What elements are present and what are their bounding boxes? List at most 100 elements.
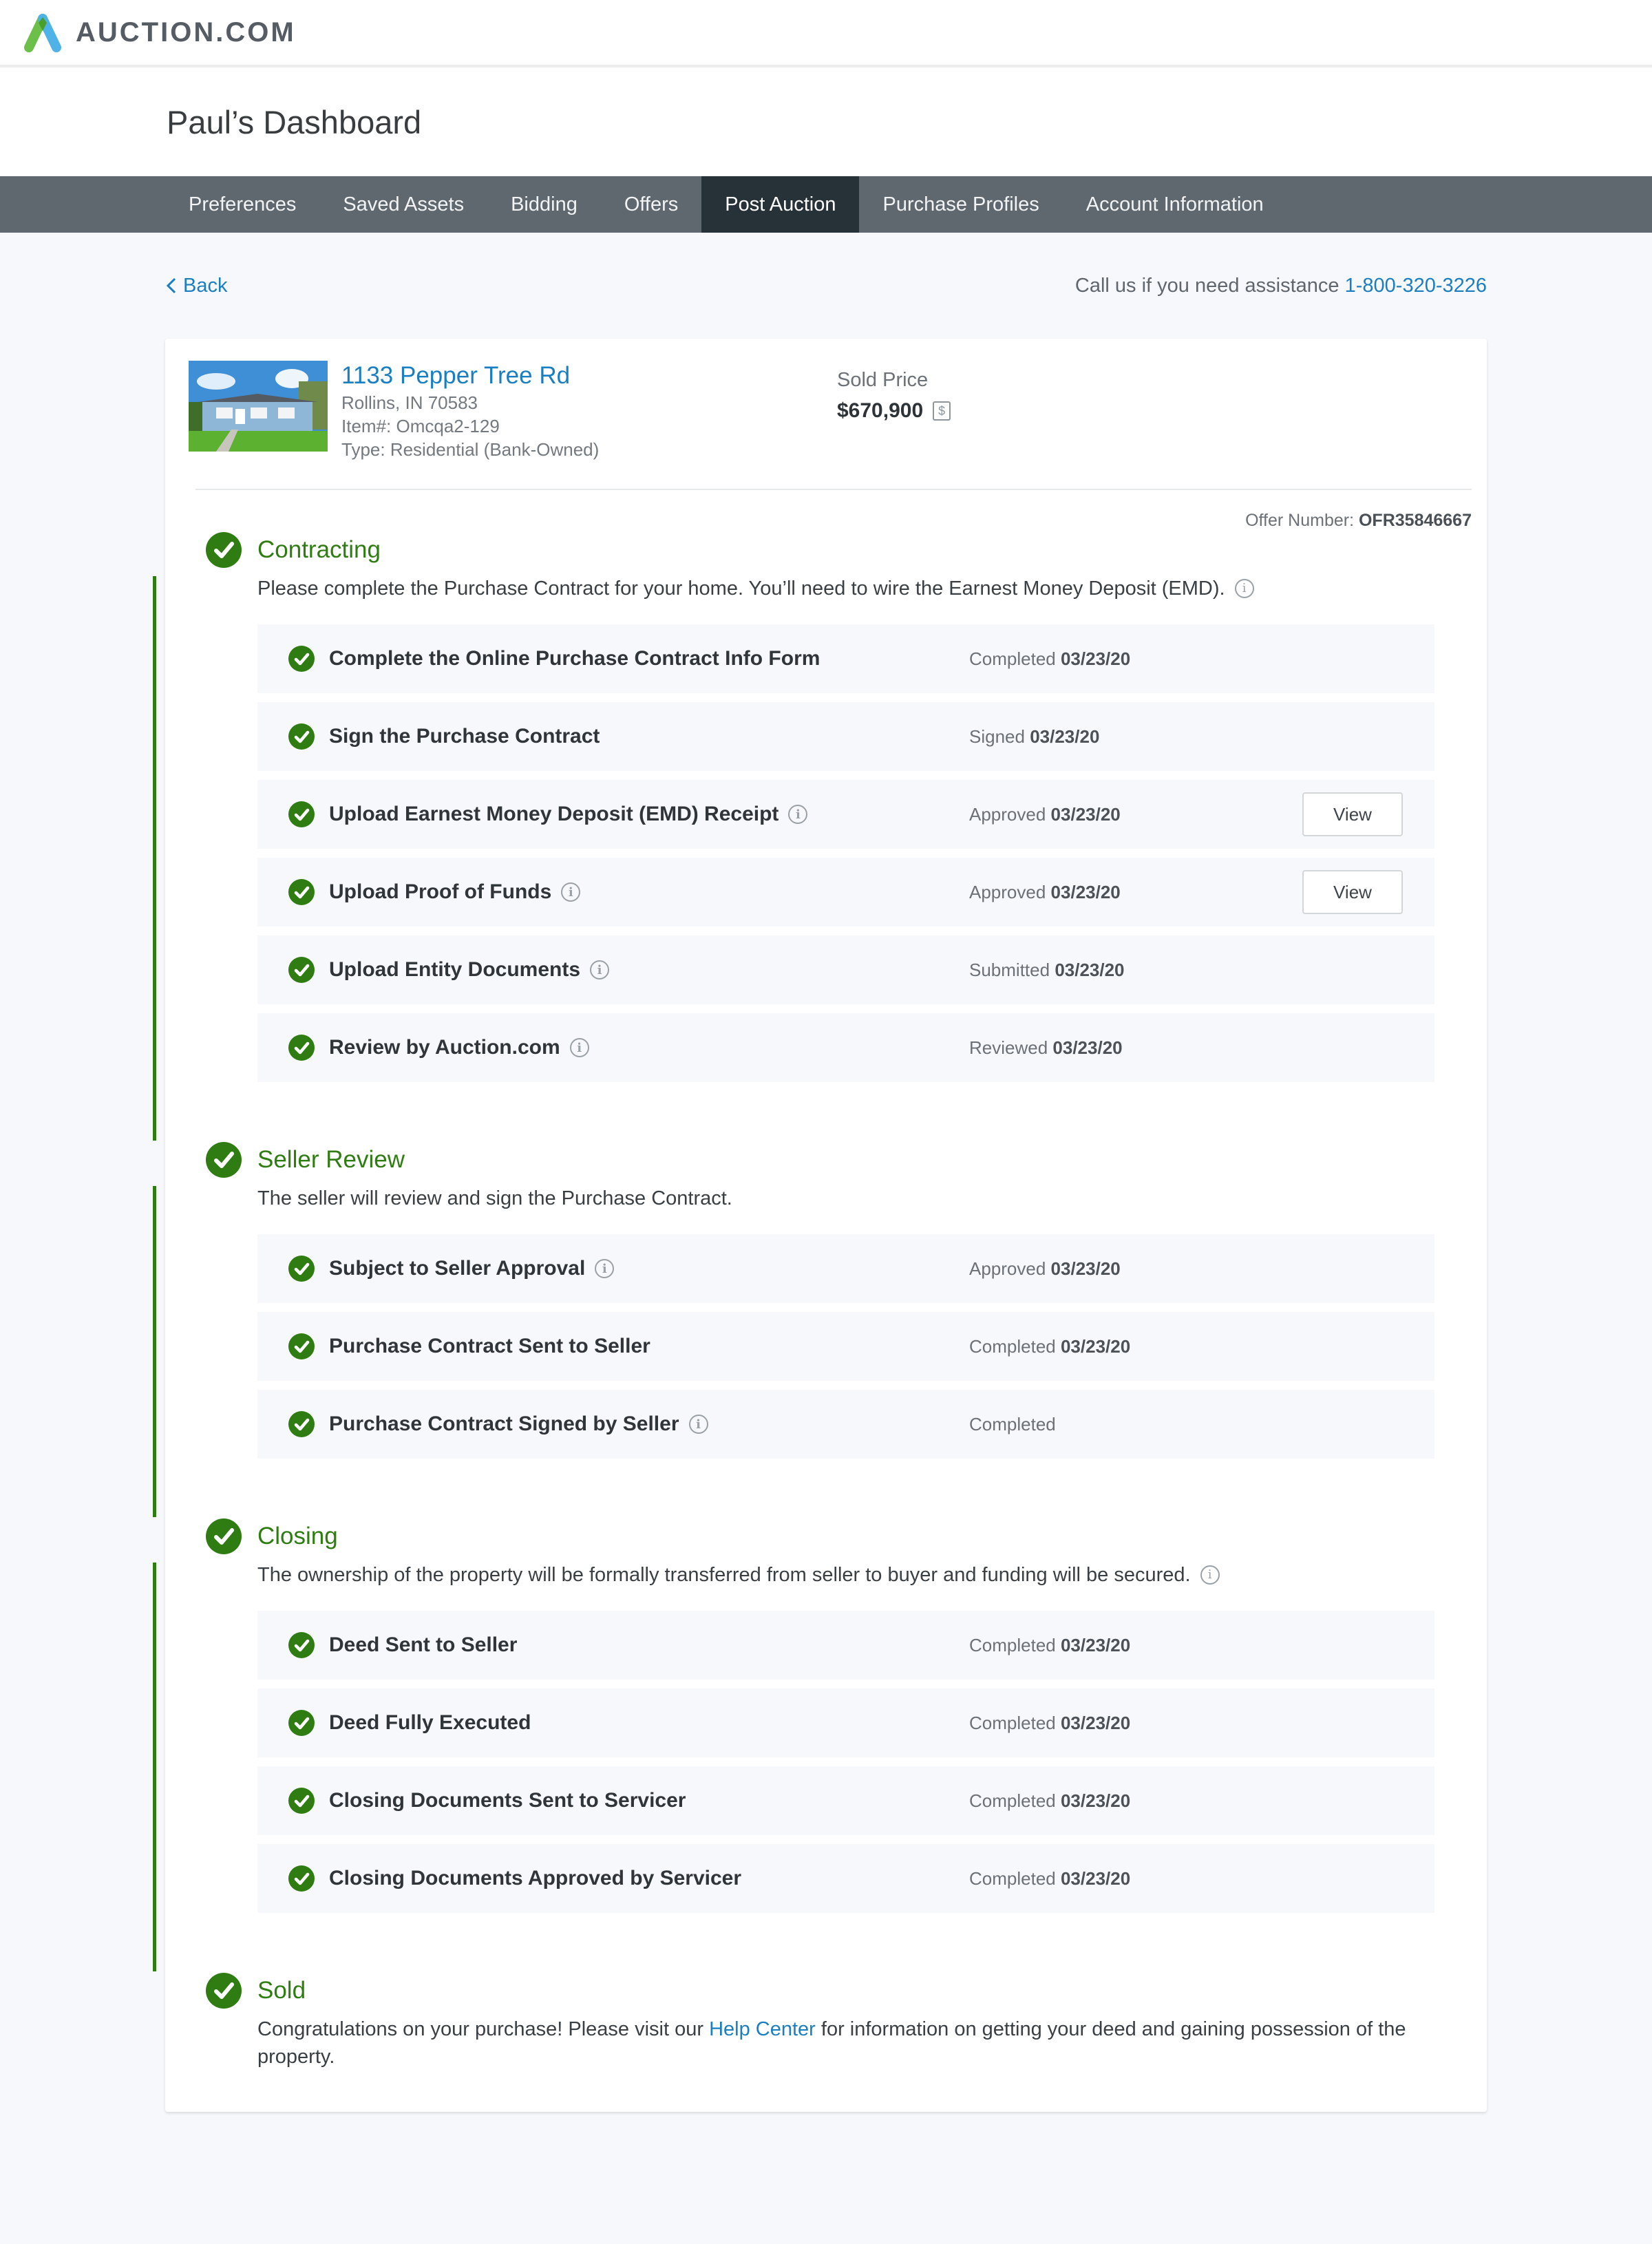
info-icon[interactable]: i [561, 882, 581, 902]
stage-header: Contracting [206, 531, 1457, 569]
property-item-number: Item#: Omcqa2-129 [341, 416, 500, 436]
task-name-text: Sign the Purchase Contract [329, 725, 600, 748]
task-name: Complete the Online Purchase Contract In… [329, 647, 969, 670]
offer-number-value: OFR35846667 [1358, 511, 1472, 530]
check-circle-icon [288, 1632, 315, 1658]
check-circle-icon [288, 1411, 315, 1437]
task-status: Approved 03/23/20 [969, 882, 1302, 903]
task-name: Deed Fully Executed [329, 1711, 969, 1735]
chevron-left-icon [166, 277, 176, 294]
check-circle-icon [206, 1518, 242, 1554]
task-row: Deed Sent to Seller Completed 03/23/20 [257, 1611, 1434, 1680]
task-status-label: Approved [969, 881, 1046, 902]
stage-description: Congratulations on your purchase! Please… [257, 2015, 1441, 2071]
tab-preferences[interactable]: Preferences [165, 176, 319, 233]
offer-number-label: Offer Number: [1245, 511, 1355, 530]
task-status-label: Completed [969, 648, 1056, 669]
task-status-date: 03/23/20 [1060, 1867, 1131, 1889]
task-name: Purchase Contract Sent to Seller [329, 1335, 969, 1358]
task-list: Subject to Seller Approval i Approved 03/2… [257, 1234, 1457, 1517]
auction-logo-icon [24, 14, 61, 52]
stage-header: Seller Review [206, 1141, 1457, 1179]
task-status-label: Reviewed [969, 1037, 1048, 1058]
property-address-link[interactable]: 1133 Pepper Tree Rd [341, 361, 837, 391]
check-circle-icon [206, 1142, 242, 1178]
task-name: Subject to Seller Approval i [329, 1257, 969, 1280]
task-status: Completed 03/23/20 [969, 1868, 1403, 1890]
check-circle-icon [288, 1333, 315, 1359]
stage-title: Seller Review [257, 1146, 405, 1173]
task-status-label: Signed [969, 726, 1025, 747]
task-status-label: Submitted [969, 959, 1050, 980]
task-row: Deed Fully Executed Completed 03/23/20 [257, 1689, 1434, 1757]
timeline-connector [153, 576, 156, 1141]
task-name-text: Complete the Online Purchase Contract In… [329, 647, 820, 670]
info-icon[interactable]: i [1200, 1565, 1220, 1585]
check-circle-icon [288, 957, 315, 983]
sold-price-block: Sold Price $670,900 $ [837, 361, 951, 461]
dashboard-nav: Preferences Saved Assets Bidding Offers … [0, 176, 1652, 233]
tab-post-auction[interactable]: Post Auction [701, 176, 860, 233]
info-icon[interactable]: i [569, 1038, 589, 1057]
check-circle-icon [288, 1788, 315, 1814]
task-status-date: 03/23/20 [1060, 1790, 1131, 1811]
stage-title: Sold [257, 1977, 306, 2004]
timeline-connector [153, 1186, 156, 1517]
back-link[interactable]: Back [165, 275, 227, 297]
check-circle-icon [288, 1710, 315, 1736]
help-center-link[interactable]: Help Center [709, 2018, 816, 2040]
auction-logo[interactable]: AUCTION.COM [19, 12, 296, 53]
info-icon[interactable]: i [590, 960, 610, 980]
task-status: Completed 03/23/20 [969, 648, 1403, 670]
check-circle-icon [288, 1035, 315, 1061]
task-name-text: Closing Documents Approved by Servicer [329, 1867, 742, 1890]
stage-description-text: The seller will review and sign the Purc… [257, 1187, 732, 1209]
task-name-text: Upload Proof of Funds [329, 880, 552, 903]
task-row: Sign the Purchase Contract Signed 03/23/2… [257, 702, 1434, 771]
info-icon[interactable]: i [788, 805, 808, 824]
offer-number: Offer Number: OFR35846667 [189, 511, 1472, 531]
check-circle-icon [288, 646, 315, 672]
stage-description: Please complete the Purchase Contract fo… [257, 575, 1457, 602]
info-icon[interactable]: i [595, 1259, 615, 1278]
task-row: Upload Earnest Money Deposit (EMD) Recei… [257, 780, 1434, 849]
property-thumbnail[interactable] [189, 361, 328, 452]
task-status-label: Completed [969, 1634, 1056, 1655]
tab-account-information[interactable]: Account Information [1063, 176, 1287, 233]
info-icon[interactable]: i [688, 1415, 708, 1434]
task-status-label: Completed [969, 1867, 1056, 1889]
assistance-text: Call us if you need assistance 1-800-320… [1075, 275, 1487, 297]
task-name: Upload Entity Documents i [329, 958, 969, 982]
task-row: Purchase Contract Signed by Seller i Compl… [257, 1390, 1434, 1459]
stage-seller-review: Seller Review The seller will review and … [153, 1141, 1457, 1517]
task-name-text: Deed Sent to Seller [329, 1633, 518, 1656]
task-status-date: 03/23/20 [1050, 803, 1121, 825]
task-row: Subject to Seller Approval i Approved 03/2… [257, 1234, 1434, 1303]
property-city: Rollins, IN 70583 [341, 392, 478, 413]
task-status-date: 03/23/20 [1060, 1335, 1131, 1357]
tab-purchase-profiles[interactable]: Purchase Profiles [859, 176, 1062, 233]
task-status-date: 03/23/20 [1052, 1037, 1123, 1058]
task-status-date: 03/23/20 [1060, 1634, 1131, 1655]
view-button[interactable]: View [1302, 792, 1403, 836]
task-status-date: 03/23/20 [1060, 1712, 1131, 1733]
assist-label: Call us if you need assistance [1074, 274, 1339, 297]
stage-description: The ownership of the property will be fo… [257, 1561, 1457, 1589]
stage-header: Closing [206, 1517, 1457, 1556]
tab-bidding[interactable]: Bidding [487, 176, 601, 233]
tab-saved-assets[interactable]: Saved Assets [319, 176, 487, 233]
task-status: Completed 03/23/20 [969, 1790, 1403, 1812]
task-name-text: Purchase Contract Signed by Seller [329, 1412, 679, 1435]
sold-price-row: $670,900 $ [837, 399, 951, 423]
property-info: 1133 Pepper Tree Rd Rollins, IN 70583 It… [341, 361, 837, 461]
info-icon[interactable]: i [1234, 579, 1254, 598]
dollar-box-icon[interactable]: $ [933, 401, 951, 421]
tab-offers[interactable]: Offers [601, 176, 701, 233]
stage-closing: Closing The ownership of the property wil… [153, 1517, 1457, 1971]
task-status-label: Approved [969, 803, 1046, 825]
view-button[interactable]: View [1302, 870, 1403, 914]
dashboard-title-area: Paul’s Dashboard [0, 67, 1652, 176]
phone-link[interactable]: 1-800-320-3226 [1345, 275, 1487, 297]
task-name: Review by Auction.com i [329, 1036, 969, 1059]
task-name: Deed Sent to Seller [329, 1633, 969, 1657]
